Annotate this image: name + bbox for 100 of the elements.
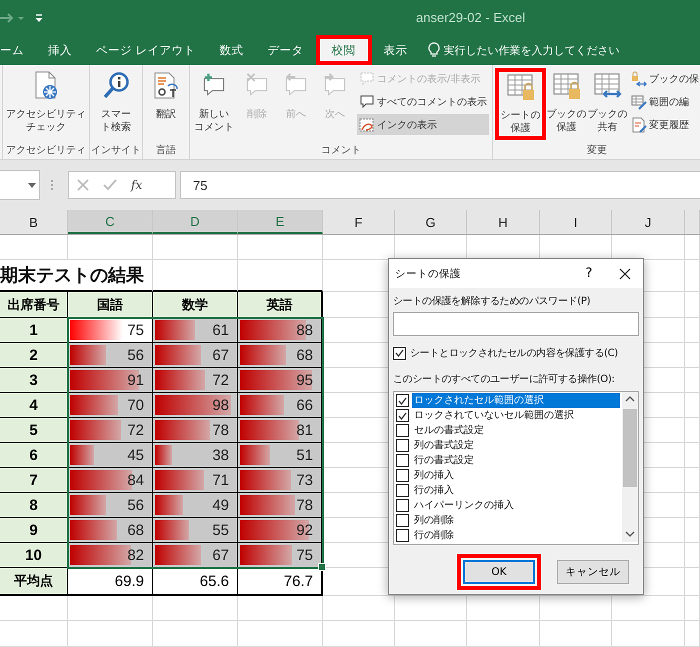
bar-cell[interactable]: 68: [68, 518, 153, 543]
ribbon-tab[interactable]: 数式: [208, 35, 256, 65]
column-header[interactable]: C: [68, 210, 153, 234]
ribbon-tab[interactable]: ーム: [0, 35, 36, 65]
bar-cell[interactable]: 38: [153, 443, 238, 468]
bar-cell[interactable]: 84: [68, 468, 153, 493]
score-value: 67: [212, 346, 229, 364]
score-value: 72: [127, 422, 144, 438]
bar-cell[interactable]: 72: [153, 368, 238, 393]
window-title: anser29-02 - Excel: [416, 10, 526, 25]
bar-cell[interactable]: 75: [68, 318, 153, 343]
ribbon-tab[interactable]: ページ レイアウト: [84, 35, 208, 65]
score-value: 72: [212, 372, 229, 388]
bar-cell[interactable]: 78: [153, 418, 238, 443]
ribbon-button[interactable]: 翻訳: [148, 68, 184, 124]
dialog-button[interactable]: OK: [463, 560, 535, 584]
list-item[interactable]: ロックされたセル範囲の選択: [412, 393, 620, 408]
bar-cell[interactable]: 49: [153, 493, 238, 518]
row-number: 1: [0, 318, 68, 343]
ribbon-button[interactable]: アクセシビリティ チェック: [4, 68, 88, 137]
ribbon-tab[interactable]: 校閲: [316, 35, 372, 65]
row-number: 9: [0, 518, 68, 543]
list-item[interactable]: セルの書式設定: [412, 423, 486, 438]
list-item[interactable]: 行の挿入: [412, 483, 456, 498]
column-header[interactable]: F: [323, 210, 395, 234]
bar-cell[interactable]: 82: [68, 543, 153, 568]
row-number: 2: [0, 343, 68, 368]
table-cell: 65.6: [153, 568, 238, 596]
column-header[interactable]: I: [540, 210, 612, 234]
ribbon-button[interactable]: すべてのコメントの表示: [357, 91, 489, 112]
bar-cell[interactable]: 51: [238, 443, 323, 468]
score-value: 75: [127, 322, 144, 338]
score-value: 82: [127, 546, 144, 564]
score-value: 70: [127, 396, 144, 414]
formula-field[interactable]: 75: [180, 171, 700, 199]
bar-cell[interactable]: 73: [238, 468, 323, 493]
score-value: 66: [296, 396, 313, 414]
ribbon-button[interactable]: ブックの 共有: [587, 68, 628, 137]
bar-cell[interactable]: 56: [68, 493, 153, 518]
score-value: 91: [127, 372, 144, 388]
bar-cell[interactable]: 98: [153, 393, 238, 418]
column-heading: 英語: [238, 292, 323, 318]
bar-cell[interactable]: 67: [153, 543, 238, 568]
column-header[interactable]: J: [612, 210, 685, 234]
bar-cell[interactable]: 72: [68, 418, 153, 443]
column-header[interactable]: E: [238, 210, 323, 234]
ribbon-button[interactable]: 変更履歴: [629, 114, 700, 135]
bar-cell[interactable]: 81: [238, 418, 323, 443]
bar-cell[interactable]: 66: [238, 393, 323, 418]
bar-cell[interactable]: 67: [153, 343, 238, 368]
list-item[interactable]: 列の挿入: [412, 468, 456, 483]
ribbon-button[interactable]: スマー ト検索: [98, 68, 134, 137]
list-item[interactable]: 列の書式設定: [412, 438, 476, 453]
bar-cell[interactable]: 68: [238, 343, 323, 368]
ribbon-button[interactable]: ブックの保: [629, 68, 700, 89]
row-number: 6: [0, 443, 68, 468]
score-value: 45: [127, 446, 144, 464]
group-label: アクセシビリティ: [5, 144, 87, 158]
bar-cell[interactable]: 45: [68, 443, 153, 468]
column-header[interactable]: H: [467, 210, 540, 234]
score-value: 95: [296, 372, 313, 388]
bar-cell[interactable]: 61: [153, 318, 238, 343]
column-heading: 出席番号: [0, 292, 68, 318]
bar-cell[interactable]: 71: [153, 468, 238, 493]
ribbon-button[interactable]: 新しい コメント: [192, 68, 236, 137]
ribbon-tab[interactable]: 表示: [372, 35, 420, 65]
bar-cell[interactable]: 78: [238, 493, 323, 518]
tell-me-field[interactable]: 実行したい作業を入力してください: [444, 44, 640, 56]
bar-cell[interactable]: 70: [68, 393, 153, 418]
row-number: 8: [0, 493, 68, 518]
ribbon-tab[interactable]: データ: [256, 35, 316, 65]
bar-cell[interactable]: 55: [153, 518, 238, 543]
dialog-button[interactable]: キャンセル: [557, 560, 629, 584]
ribbon-button[interactable]: 範囲の編: [629, 91, 700, 112]
list-item[interactable]: ロックされていないセル範囲の選択: [412, 408, 576, 423]
ribbon-tab[interactable]: 挿入: [36, 35, 84, 65]
column-heading: 国語: [68, 292, 153, 318]
insert-function-button[interactable]: fx: [131, 178, 142, 192]
ribbon-button[interactable]: インクの表示: [357, 114, 489, 135]
list-item[interactable]: 行の書式設定: [412, 453, 476, 468]
list-item[interactable]: 列の削除: [412, 513, 456, 528]
help-button[interactable]: ?: [571, 265, 607, 282]
dialog-title: シートの保護: [395, 266, 462, 280]
score-value: 56: [127, 496, 144, 514]
column-header[interactable]: G: [395, 210, 467, 234]
score-value: 68: [127, 522, 144, 538]
bar-cell[interactable]: 56: [68, 343, 153, 368]
ribbon-button[interactable]: ブックの 保護: [546, 68, 587, 137]
row-label: 平均点: [0, 568, 68, 596]
list-item[interactable]: ハイパーリンクの挿入: [412, 498, 516, 513]
list-item[interactable]: 行の削除: [412, 528, 456, 543]
group-label: コメント: [320, 144, 362, 158]
bar-cell[interactable]: 92: [238, 518, 323, 543]
ribbon-button[interactable]: シートの 保護: [495, 68, 546, 140]
checkbox-label[interactable]: シートとロックされたセルの内容を保護する(C): [410, 346, 618, 360]
bar-cell[interactable]: 88: [238, 318, 323, 343]
column-header[interactable]: D: [153, 210, 238, 234]
bar-cell[interactable]: 75: [238, 543, 323, 568]
bar-cell[interactable]: 95: [238, 368, 323, 393]
bar-cell[interactable]: 91: [68, 368, 153, 393]
